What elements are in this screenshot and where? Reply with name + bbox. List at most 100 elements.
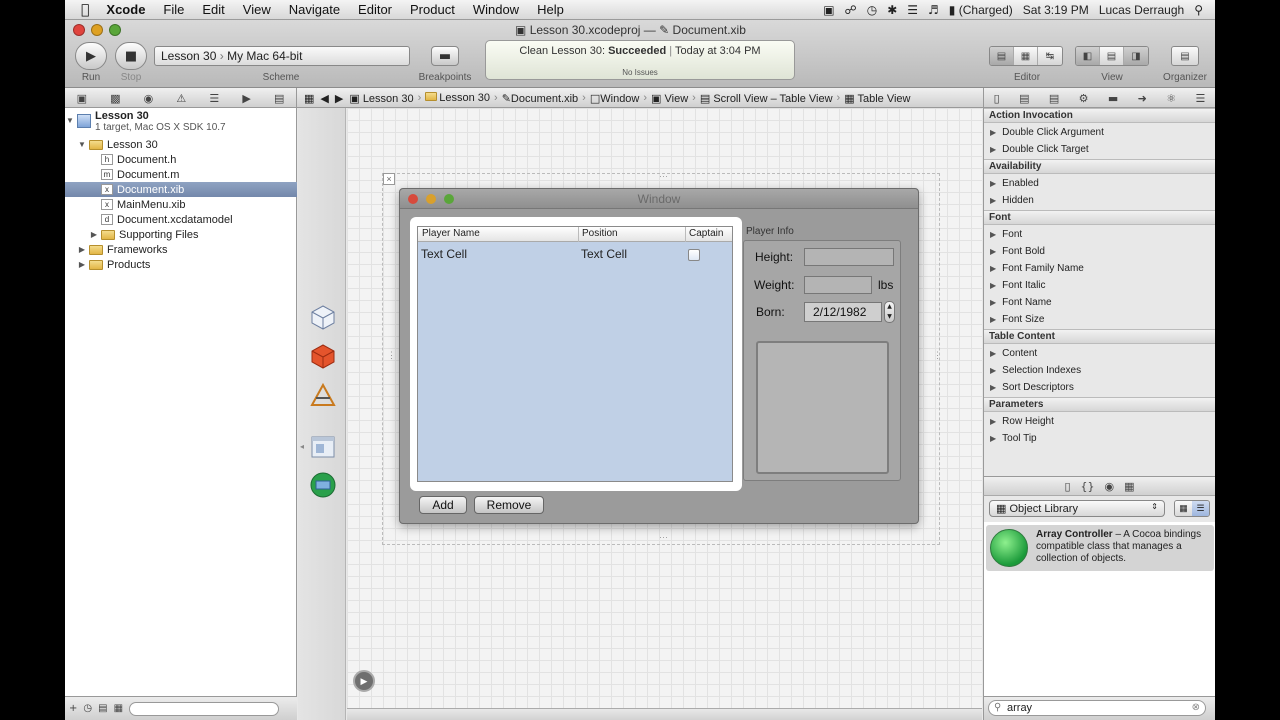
jumpbar-item-window[interactable]: □Window — [587, 92, 643, 105]
bottom-resize-handle[interactable]: ··· — [659, 532, 668, 542]
standard-editor-button[interactable]: ▤ — [990, 47, 1014, 65]
identity-inspector-icon[interactable]: ▤ — [1049, 92, 1059, 105]
binding-row[interactable]: ▶ Hidden — [984, 193, 1215, 210]
jumpbar-item-view[interactable]: ▣ View — [648, 92, 691, 105]
minimize-window-button[interactable] — [91, 24, 103, 36]
menu-user[interactable]: Lucas Derraugh — [1099, 3, 1184, 17]
add-icon[interactable]: + — [69, 703, 77, 714]
application-icon[interactable] — [310, 382, 336, 408]
height-field[interactable] — [804, 248, 894, 266]
size-inspector-icon[interactable]: ▬ — [1108, 92, 1118, 105]
bindings-inspector-icon[interactable]: ⚛ — [1166, 92, 1176, 105]
wifi-icon[interactable]: ☰ — [907, 3, 918, 17]
binding-row[interactable]: ▶ Content — [984, 346, 1215, 363]
version-editor-button[interactable]: ↹ — [1038, 47, 1062, 65]
log-navigator-icon[interactable]: ▤ — [274, 92, 284, 105]
disclosure-closed-icon[interactable]: ▶ — [990, 247, 996, 256]
inspector-section-header[interactable]: Font — [984, 210, 1215, 225]
disclosure-closed-icon[interactable]: ▶ — [990, 417, 996, 426]
menu-edit[interactable]: Edit — [193, 2, 233, 17]
window-object-icon[interactable] — [310, 434, 336, 460]
binding-row[interactable]: ▶ Selection Indexes — [984, 363, 1215, 380]
code-snippet-library-icon[interactable]: {} — [1081, 480, 1095, 493]
menu-product[interactable]: Product — [401, 2, 464, 17]
close-window-button[interactable] — [73, 24, 85, 36]
disclosure-open-icon[interactable]: ▼ — [77, 140, 87, 149]
file-row-document-h[interactable]: h Document.h — [65, 152, 297, 167]
born-date-picker[interactable]: 2/12/1982 — [804, 302, 882, 322]
add-button[interactable]: Add — [419, 496, 467, 514]
menu-app-name[interactable]: Xcode — [97, 2, 154, 17]
toggle-debug-area-button[interactable]: ▤ — [1100, 47, 1124, 65]
disclosure-closed-icon[interactable]: ▶ — [990, 196, 996, 205]
jumpbar-item-scroll-view[interactable]: ▤ Scroll View – Table View — [697, 92, 836, 105]
player-image-well[interactable] — [756, 341, 889, 474]
disclosure-closed-icon[interactable]: ▶ — [990, 434, 996, 443]
jumpbar-item-group[interactable]: Lesson 30 — [422, 92, 493, 104]
menu-editor[interactable]: Editor — [349, 2, 401, 17]
scheme-popup[interactable]: Lesson 30 › My Mac 64-bit — [154, 46, 410, 66]
scm-status-icon[interactable]: ▦ — [114, 703, 123, 714]
document-window[interactable]: Window Player Name Position Captain Text… — [399, 188, 919, 524]
media-library-icon[interactable]: ▦ — [1124, 480, 1134, 493]
file-template-library-icon[interactable]: ▯ — [1064, 480, 1070, 493]
library-popup[interactable]: ▦ Object Library ⇕ — [989, 500, 1165, 517]
growl-icon[interactable]: ☍ — [845, 3, 857, 17]
column-header-captain[interactable]: Captain — [689, 228, 723, 239]
debug-navigator-icon[interactable]: ☰ — [209, 92, 219, 105]
binding-row[interactable]: ▶ Font Bold — [984, 244, 1215, 261]
binding-row[interactable]: ▶ Font Italic — [984, 278, 1215, 295]
menu-help[interactable]: Help — [528, 2, 573, 17]
column-header-player-name[interactable]: Player Name — [422, 228, 480, 239]
group-row-lesson30[interactable]: ▼ Lesson 30 — [65, 137, 297, 152]
disclosure-closed-icon[interactable]: ▶ — [77, 260, 87, 269]
table-cell-captain-checkbox[interactable] — [688, 249, 700, 261]
disclosure-closed-icon[interactable]: ▶ — [990, 264, 996, 273]
binding-row[interactable]: ▶ Enabled — [984, 176, 1215, 193]
inspector-section-header[interactable]: Table Content — [984, 329, 1215, 344]
jumpbar-item-file[interactable]: ✎Document.xib — [499, 92, 581, 105]
menu-clock[interactable]: Sat 3:19 PM — [1023, 3, 1089, 17]
related-files-icon[interactable]: ▦ — [301, 92, 317, 105]
toggle-navigator-button[interactable]: ◧ — [1076, 47, 1100, 65]
attributes-inspector-icon[interactable]: ⚙ — [1079, 92, 1089, 105]
binding-row[interactable]: ▶ Font Family Name — [984, 261, 1215, 278]
quick-help-icon[interactable]: ▤ — [1019, 92, 1029, 105]
interface-builder-canvas[interactable]: × ··· ··· ⋮ ⋮ Window Player Name Positio… — [347, 108, 982, 720]
weight-field[interactable] — [804, 276, 872, 294]
breakpoint-navigator-icon[interactable]: ▶ — [242, 92, 250, 105]
disclosure-closed-icon[interactable]: ▶ — [990, 145, 996, 154]
disclosure-closed-icon[interactable]: ▶ — [990, 366, 996, 375]
screen-recorder-icon[interactable]: ▣ — [823, 3, 834, 17]
library-search-input[interactable]: ⚲ array ⊗ — [988, 700, 1206, 716]
disclosure-closed-icon[interactable]: ▶ — [990, 298, 996, 307]
search-navigator-icon[interactable]: ◉ — [144, 92, 154, 105]
canvas-scrollbar[interactable] — [347, 708, 982, 720]
volume-icon[interactable]: ♬ — [928, 3, 939, 17]
date-stepper[interactable]: ▲ ▼ — [884, 301, 895, 323]
array-controller-object-icon[interactable] — [310, 472, 336, 498]
inspector-section-header[interactable]: Action Invocation — [984, 108, 1215, 123]
jumpbar-item-project[interactable]: ▣ Lesson 30 — [346, 92, 416, 105]
group-row-frameworks[interactable]: ▶ Frameworks — [65, 242, 297, 257]
zoom-window-button[interactable] — [109, 24, 121, 36]
project-navigator-icon[interactable]: ▣ — [77, 92, 87, 105]
connections-inspector-icon[interactable]: ➜ — [1138, 92, 1147, 105]
binding-row[interactable]: ▶ Double Click Target — [984, 142, 1215, 159]
library-item-array-controller[interactable]: Array Controller – A Cocoa bindings comp… — [986, 525, 1214, 571]
menu-navigate[interactable]: Navigate — [280, 2, 349, 17]
inspector-section-header[interactable]: Availability — [984, 159, 1215, 174]
binding-row[interactable]: ▶ Double Click Argument — [984, 125, 1215, 142]
bluetooth-icon[interactable]: ✱ — [887, 3, 897, 17]
assistant-editor-button[interactable]: ▦ — [1014, 47, 1038, 65]
run-button[interactable]: ▶ — [75, 42, 107, 70]
clear-search-icon[interactable]: ⊗ — [1192, 702, 1200, 713]
group-row-products[interactable]: ▶ Products — [65, 257, 297, 272]
simulate-document-icon[interactable]: ▶ — [353, 670, 375, 692]
object-library-icon[interactable]: ◉ — [1105, 480, 1115, 493]
left-resize-handle[interactable]: ⋮ — [387, 350, 396, 361]
file-row-datamodel[interactable]: d Document.xcdatamodel — [65, 212, 297, 227]
jumpbar-item-table-view[interactable]: ▦ Table View — [841, 92, 913, 105]
column-header-position[interactable]: Position — [582, 228, 618, 239]
spotlight-icon[interactable]: ⚲ — [1194, 3, 1203, 17]
